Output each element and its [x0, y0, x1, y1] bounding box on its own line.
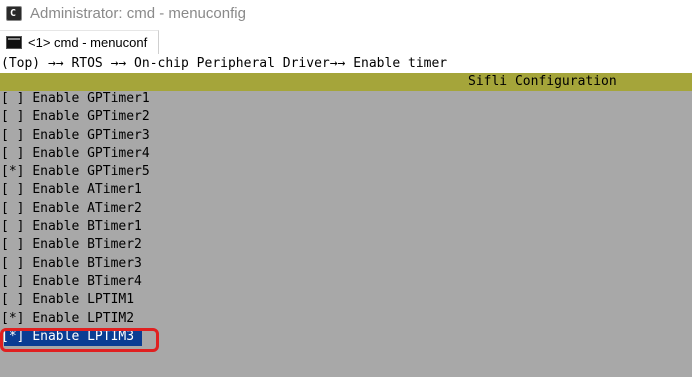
- checkbox[interactable]: [ ]: [1, 237, 24, 252]
- menu-item-label: Enable LPTIM1: [32, 292, 135, 308]
- menu-item-label: Enable GPTimer3: [32, 127, 150, 143]
- menu-item-atimer2[interactable]: [ ] Enable ATimer2: [0, 200, 692, 218]
- menu-item-label: Enable ATimer2: [32, 200, 142, 216]
- menu-list: [ ] Enable GPTimer1 [ ] Enable GPTimer2 …: [0, 90, 692, 346]
- menu-item-label: Enable ATimer1: [32, 182, 142, 198]
- checkbox[interactable]: [ ]: [1, 146, 24, 161]
- menu-item-label: Enable GPTimer5: [32, 164, 150, 180]
- menu-item-label: Enable BTimer1: [32, 219, 142, 235]
- checkbox[interactable]: [*]: [1, 164, 24, 179]
- checkbox[interactable]: [*]: [1, 329, 24, 344]
- tab-cmd-menuconfig[interactable]: <1> cmd - menuconf: [0, 30, 159, 54]
- menu-item-label: Enable LPTIM3: [32, 328, 135, 344]
- checkbox[interactable]: [ ]: [1, 109, 24, 124]
- menu-item-gptimer4[interactable]: [ ] Enable GPTimer4: [0, 145, 692, 163]
- menu-item-btimer3[interactable]: [ ] Enable BTimer3: [0, 255, 692, 273]
- menu-item-label: Enable BTimer3: [32, 255, 142, 271]
- checkbox[interactable]: [ ]: [1, 256, 24, 271]
- menu-item-label: Enable GPTimer1: [32, 91, 150, 106]
- menu-item-btimer1[interactable]: [ ] Enable BTimer1: [0, 218, 692, 236]
- menu-item-btimer4[interactable]: [ ] Enable BTimer4: [0, 273, 692, 291]
- tab-strip: <1> cmd - menuconf: [0, 28, 692, 54]
- menu-item-label: Enable LPTIM2: [32, 310, 135, 326]
- menu-item-atimer1[interactable]: [ ] Enable ATimer1: [0, 181, 692, 199]
- checkbox[interactable]: [ ]: [1, 182, 24, 197]
- menu-item-gptimer5[interactable]: [*] Enable GPTimer5: [0, 163, 692, 181]
- menu-item-gptimer3[interactable]: [ ] Enable GPTimer3: [0, 127, 692, 145]
- checkbox[interactable]: [*]: [1, 311, 24, 326]
- menu-item-gptimer1[interactable]: [ ] Enable GPTimer1: [0, 90, 692, 108]
- checkbox[interactable]: [ ]: [1, 274, 24, 289]
- tab-label: <1> cmd - menuconf: [28, 35, 148, 50]
- menu-item-lptim1[interactable]: [ ] Enable LPTIM1: [0, 291, 692, 309]
- console-app-icon[interactable]: C: [6, 6, 22, 21]
- menu-item-btimer2[interactable]: [ ] Enable BTimer2: [0, 236, 692, 254]
- console-area[interactable]: (Top) →→ RTOS →→ On-chip Peripheral Driv…: [0, 54, 692, 377]
- breadcrumb: (Top) →→ RTOS →→ On-chip Peripheral Driv…: [0, 54, 692, 73]
- window-title: Administrator: cmd - menuconfig: [30, 5, 246, 22]
- menu-item-gptimer2[interactable]: [ ] Enable GPTimer2: [0, 108, 692, 126]
- app-icon-glyph: C: [10, 8, 17, 19]
- menu-item-label: Enable GPTimer2: [32, 109, 150, 125]
- checkbox[interactable]: [ ]: [1, 91, 24, 106]
- menu-item-label: Enable BTimer2: [32, 237, 142, 253]
- menu-header-bar: Sifli Configuration: [0, 73, 692, 91]
- checkbox[interactable]: [ ]: [1, 128, 24, 143]
- menu-item-label: Enable GPTimer4: [32, 145, 150, 161]
- checkbox[interactable]: [ ]: [1, 292, 24, 307]
- menu-item-lptim2[interactable]: [*] Enable LPTIM2: [0, 310, 692, 328]
- checkbox[interactable]: [ ]: [1, 219, 24, 234]
- window-title-bar: C Administrator: cmd - menuconfig: [0, 0, 692, 28]
- checkbox[interactable]: [ ]: [1, 201, 24, 216]
- console-icon: [6, 36, 22, 49]
- menu-title: Sifli Configuration: [468, 74, 617, 89]
- menu-item-label: Enable BTimer4: [32, 273, 142, 289]
- menu-item-lptim3-selected[interactable]: [*] Enable LPTIM3: [0, 328, 692, 346]
